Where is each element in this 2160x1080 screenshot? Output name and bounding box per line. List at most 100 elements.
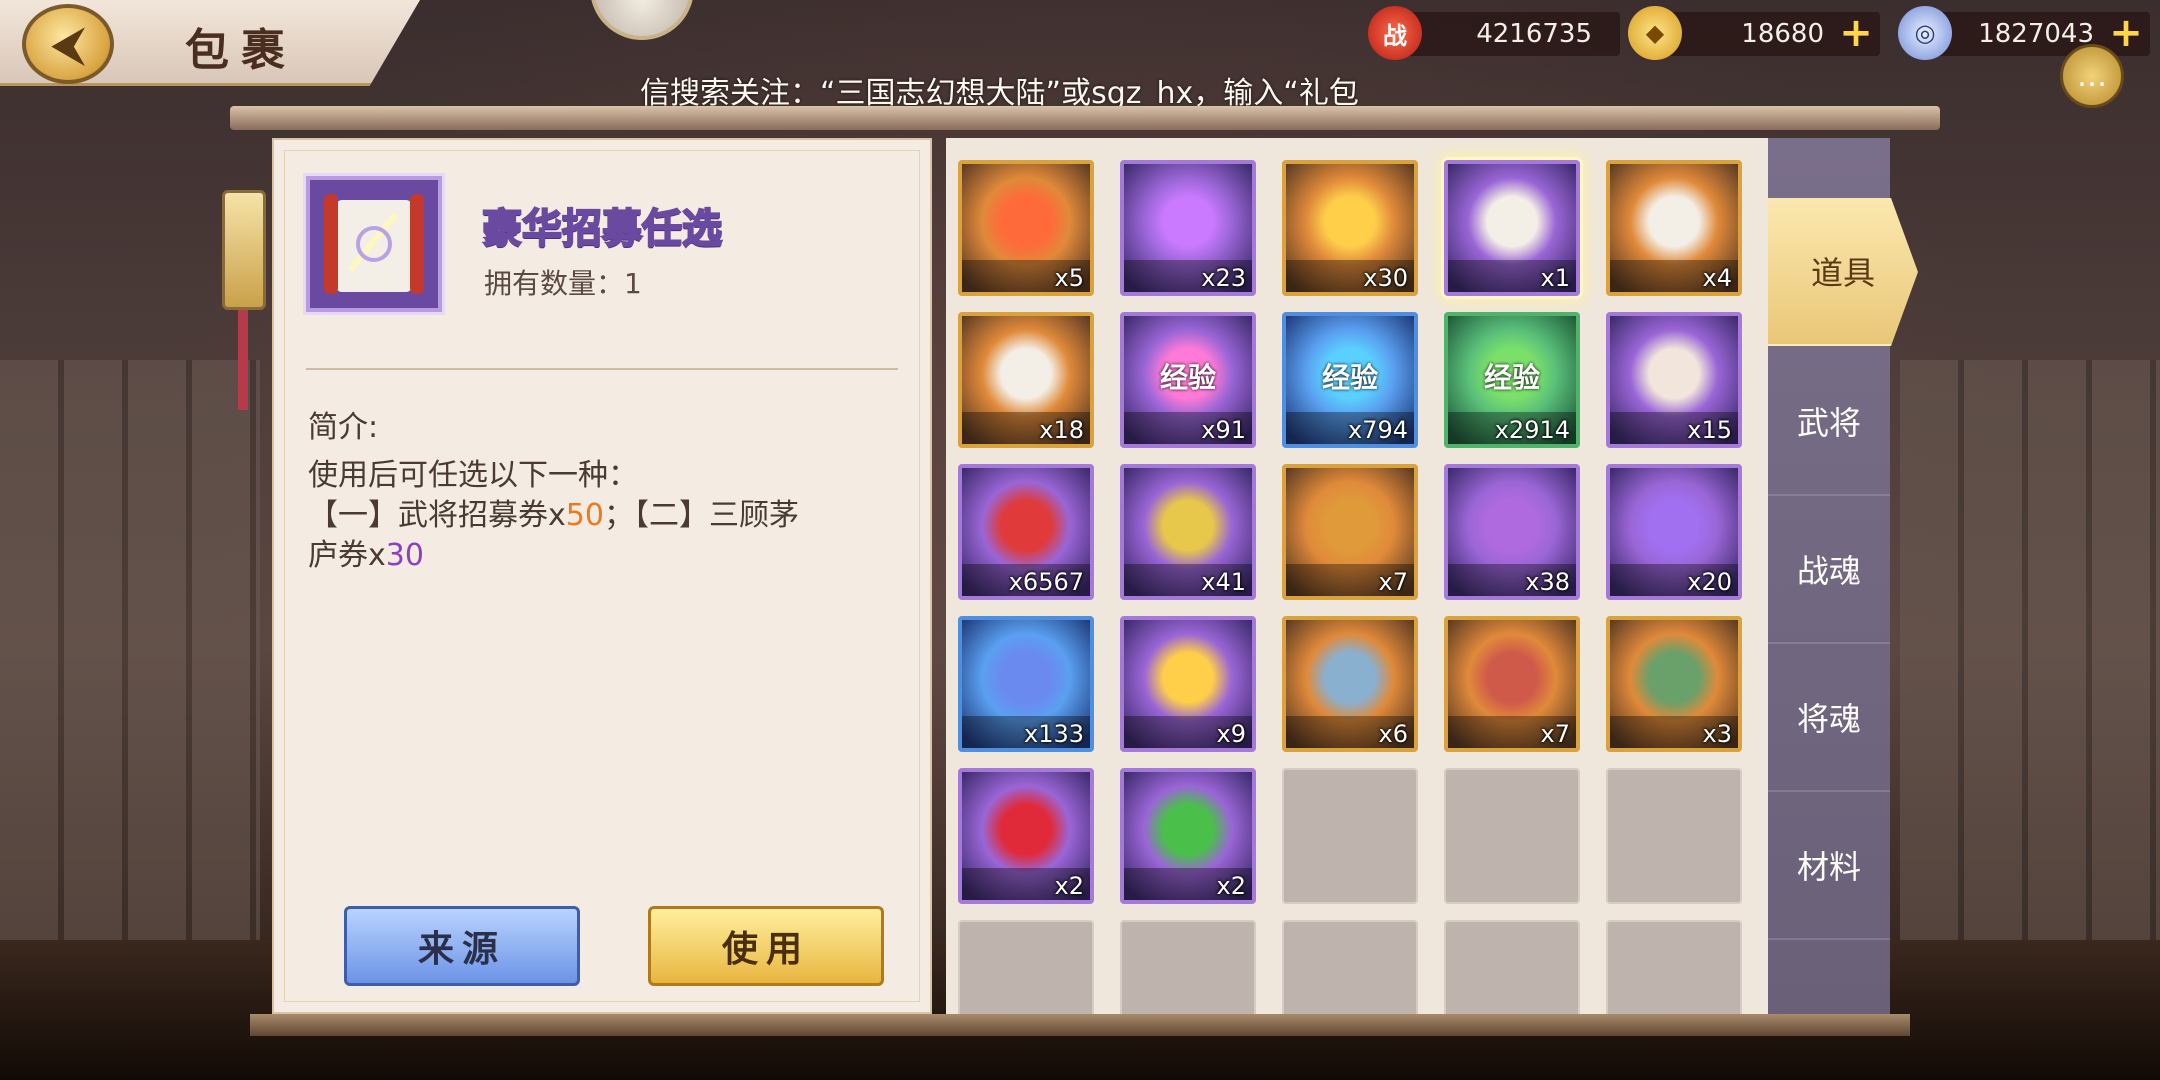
- item-quantity: x30: [1363, 264, 1408, 292]
- desc-option-1-amount: 50: [565, 498, 604, 533]
- item-slot[interactable]: x3: [1606, 616, 1742, 752]
- owned-count-value: 1: [624, 267, 642, 300]
- item-quantity: x23: [1201, 264, 1246, 292]
- gold-value: 18680: [1741, 19, 1824, 49]
- gold-display: ◆ 18680 +: [1628, 6, 1880, 60]
- coin-icon: ◎: [1898, 6, 1952, 60]
- frame-bottom-rail: [250, 1014, 1910, 1036]
- add-coin-button[interactable]: +: [2106, 13, 2146, 54]
- item-slot[interactable]: x38: [1444, 464, 1580, 600]
- item-slot[interactable]: x7: [1282, 464, 1418, 600]
- detail-divider: [306, 368, 898, 370]
- desc-option-2-text-cont: 庐券x: [308, 538, 386, 573]
- exp-label: 经验: [1483, 361, 1540, 394]
- tab-materials[interactable]: 材料: [1768, 792, 1890, 940]
- item-quantity: x91: [1201, 416, 1246, 444]
- power-icon: 战: [1368, 6, 1422, 60]
- description-line-2: 【一】武将招募券x50；【二】三顾茅: [308, 490, 799, 534]
- item-detail-panel: 豪华招募任选 拥有数量：1 简介: 使用后可任选以下一种： 【一】武将招募券x5…: [272, 138, 932, 1014]
- empty-item-slot: [1120, 920, 1256, 1014]
- power-display: 战 4216735: [1368, 6, 1620, 60]
- item-slot[interactable]: x2: [1120, 768, 1256, 904]
- description-title: 简介:: [308, 410, 379, 445]
- description-line-1: 使用后可任选以下一种：: [308, 458, 638, 493]
- avatar[interactable]: [590, 0, 694, 40]
- item-quantity: x41: [1201, 568, 1246, 596]
- item-quantity: x4: [1702, 264, 1732, 292]
- power-value: 4216735: [1476, 19, 1592, 49]
- item-slot[interactable]: x1: [1444, 160, 1580, 296]
- empty-item-slot: [1606, 768, 1742, 904]
- empty-item-slot: [1444, 920, 1580, 1014]
- item-slot[interactable]: 经验 x794: [1282, 312, 1418, 448]
- owned-count-label: 拥有数量：: [484, 267, 625, 300]
- background-screen-right: [1900, 360, 2160, 960]
- item-quantity: x15: [1687, 416, 1732, 444]
- item-slot[interactable]: x20: [1606, 464, 1742, 600]
- item-quantity: x3: [1702, 720, 1732, 748]
- tab-war-souls[interactable]: 战魂: [1768, 496, 1890, 644]
- item-slot[interactable]: x30: [1282, 160, 1418, 296]
- desc-option-2-amount: 30: [385, 538, 424, 573]
- item-grid: x5 x23 x30 x1 x4 x18 经验 x91 经验 x794 经验 x2914 x15 x656…: [946, 138, 1768, 1014]
- category-tabs: 道具 武将 战魂 将魂 材料: [1768, 138, 1918, 1014]
- item-quantity: x794: [1347, 416, 1408, 444]
- use-button[interactable]: 使用: [648, 906, 884, 986]
- item-quantity: x7: [1540, 720, 1570, 748]
- item-quantity: x6: [1378, 720, 1408, 748]
- item-quantity: x9: [1216, 720, 1246, 748]
- chat-bubble-icon: …: [2077, 58, 2107, 94]
- item-slot[interactable]: x23: [1120, 160, 1256, 296]
- item-slot[interactable]: x4: [1606, 160, 1742, 296]
- empty-item-slot: [1444, 768, 1580, 904]
- item-slot[interactable]: x2: [958, 768, 1094, 904]
- item-quantity: x18: [1039, 416, 1084, 444]
- item-quantity: x6567: [1008, 568, 1084, 596]
- empty-item-slot: [1606, 920, 1742, 1014]
- empty-item-slot: [1282, 920, 1418, 1014]
- background-screen-left: [0, 360, 260, 960]
- item-slot[interactable]: 经验 x91: [1120, 312, 1256, 448]
- tab-hero-souls[interactable]: 将魂: [1768, 644, 1890, 792]
- item-quantity: x20: [1687, 568, 1732, 596]
- item-name: 豪华招募任选: [481, 205, 723, 253]
- item-slot[interactable]: x15: [1606, 312, 1742, 448]
- item-slot[interactable]: x5: [958, 160, 1094, 296]
- item-quantity: x5: [1054, 264, 1084, 292]
- tab-heroes[interactable]: 武将: [1768, 348, 1890, 496]
- item-slot[interactable]: x18: [958, 312, 1094, 448]
- source-button[interactable]: 来源: [344, 906, 580, 986]
- desc-option-2-text: ；【二】三顾茅: [603, 498, 799, 533]
- gold-ingot-icon: ◆: [1628, 6, 1682, 60]
- tab-items[interactable]: 道具: [1768, 198, 1918, 346]
- selected-item-icon: [306, 176, 442, 312]
- exp-label: 经验: [1159, 361, 1216, 394]
- item-slot[interactable]: x9: [1120, 616, 1256, 752]
- back-button[interactable]: ⮜: [22, 4, 114, 84]
- item-quantity: x1: [1540, 264, 1570, 292]
- item-quantity: x38: [1525, 568, 1570, 596]
- item-slot[interactable]: x133: [958, 616, 1094, 752]
- back-arrow-icon: ⮜: [52, 18, 84, 70]
- description-line-3: 庐券x30: [308, 530, 424, 574]
- item-slot[interactable]: x7: [1444, 616, 1580, 752]
- lantern-icon: [222, 190, 266, 310]
- coin-value: 1827043: [1978, 19, 2094, 49]
- exp-label: 经验: [1321, 361, 1378, 394]
- desc-option-1-text: 【一】武将招募券x: [308, 498, 566, 533]
- item-quantity: x7: [1378, 568, 1408, 596]
- item-slot[interactable]: 经验 x2914: [1444, 312, 1580, 448]
- item-quantity: x133: [1023, 720, 1084, 748]
- coin-display: ◎ 1827043 +: [1898, 6, 2150, 60]
- item-slot[interactable]: x6567: [958, 464, 1094, 600]
- lantern-tassel: [238, 310, 248, 410]
- frame-top-rail: [230, 106, 1940, 130]
- item-quantity: x2914: [1494, 416, 1570, 444]
- page-title: 包裹: [185, 25, 297, 76]
- item-slot[interactable]: x41: [1120, 464, 1256, 600]
- empty-item-slot: [958, 920, 1094, 1014]
- chat-button[interactable]: …: [2060, 44, 2124, 108]
- item-owned-count: 拥有数量：1: [484, 262, 642, 302]
- add-gold-button[interactable]: +: [1836, 13, 1876, 54]
- item-slot[interactable]: x6: [1282, 616, 1418, 752]
